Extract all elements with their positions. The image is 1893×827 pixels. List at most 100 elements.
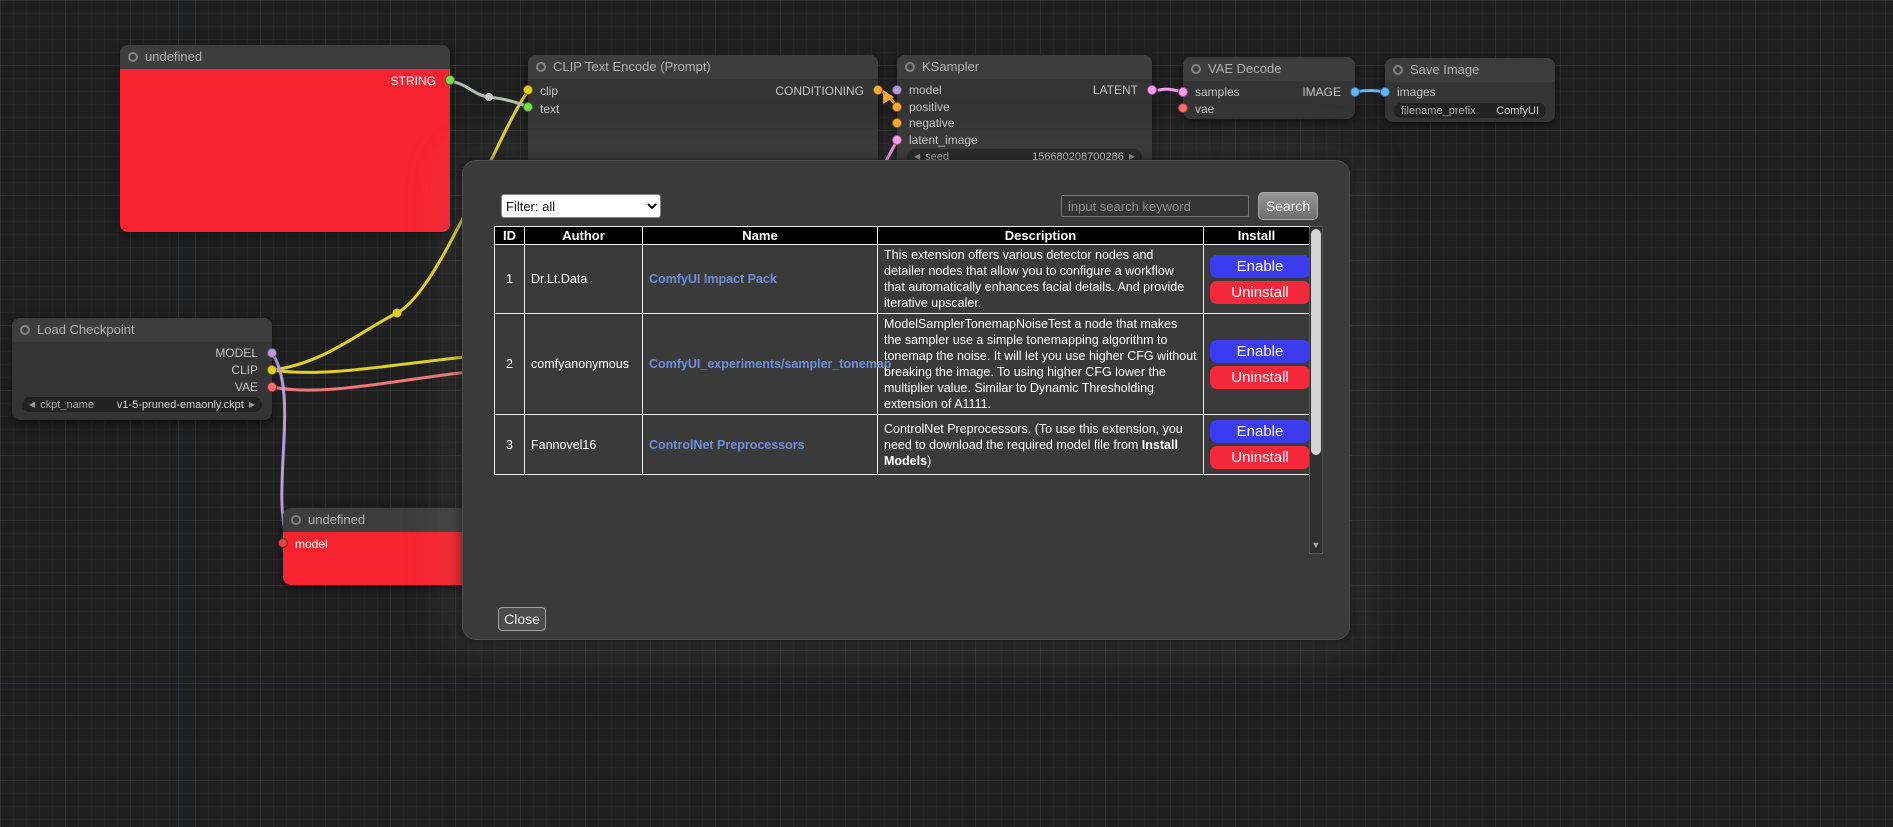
collapse-dot-icon[interactable] bbox=[905, 62, 915, 72]
cell-description: ControlNet Preprocessors. (To use this e… bbox=[878, 415, 1204, 475]
collapse-dot-icon[interactable] bbox=[536, 62, 546, 72]
cell-install: Enable Uninstall bbox=[1204, 245, 1310, 314]
extension-row: 1 Dr.Lt.Data ComfyUI Impact Pack This ex… bbox=[495, 245, 1310, 314]
output-latent-port[interactable] bbox=[1147, 85, 1157, 95]
search-button[interactable]: Search bbox=[1258, 192, 1318, 220]
input-latent-image-port[interactable] bbox=[892, 135, 902, 145]
collapse-dot-icon[interactable] bbox=[1191, 64, 1201, 74]
input-images-label: images bbox=[1397, 84, 1436, 100]
uninstall-button[interactable]: Uninstall bbox=[1210, 281, 1310, 304]
node-title: Save Image bbox=[1410, 62, 1479, 77]
node-title-bar[interactable]: undefined bbox=[120, 45, 450, 69]
input-text-label: text bbox=[540, 101, 559, 117]
extension-row: 3 Fannovel16 ControlNet Preprocessors Co… bbox=[495, 415, 1310, 475]
node-title-bar[interactable]: Save Image bbox=[1385, 58, 1555, 82]
output-vae-label: VAE bbox=[235, 379, 258, 395]
enable-button[interactable]: Enable bbox=[1210, 340, 1310, 363]
collapse-dot-icon[interactable] bbox=[128, 52, 138, 62]
output-model-label: MODEL bbox=[215, 345, 258, 361]
input-clip-port[interactable] bbox=[523, 85, 533, 95]
node-title-bar[interactable]: CLIP Text Encode (Prompt) bbox=[528, 55, 878, 79]
node-title: undefined bbox=[145, 49, 202, 64]
input-model-label: model bbox=[295, 536, 328, 552]
node-load-checkpoint[interactable]: Load Checkpoint MODEL CLIP VAE ◀ ckpt_na… bbox=[12, 318, 272, 420]
uninstall-button[interactable]: Uninstall bbox=[1210, 366, 1310, 389]
ckpt-name-value: v1-5-pruned-emaonly.ckpt bbox=[117, 399, 244, 411]
node-title-bar[interactable]: KSampler bbox=[897, 55, 1152, 79]
input-negative-label: negative bbox=[909, 115, 954, 131]
header-name: Name bbox=[643, 227, 878, 245]
cell-install: Enable Uninstall bbox=[1204, 415, 1310, 475]
next-arrow-icon[interactable]: ▶ bbox=[249, 397, 255, 412]
input-model-port[interactable] bbox=[278, 538, 288, 548]
cell-description: This extension offers various detector n… bbox=[878, 245, 1204, 314]
output-latent-label: LATENT bbox=[1093, 82, 1138, 98]
extension-link[interactable]: ComfyUI Impact Pack bbox=[649, 272, 777, 286]
cell-description: ModelSamplerTonemapNoiseTest a node that… bbox=[878, 314, 1204, 415]
output-conditioning-port[interactable] bbox=[873, 85, 883, 95]
ckpt-name-widget[interactable]: ◀ ckpt_name v1-5-pruned-emaonly.ckpt ▶ bbox=[22, 397, 262, 412]
extension-row: 2 comfyanonymous ComfyUI_experiments/sam… bbox=[495, 314, 1310, 415]
input-positive-port[interactable] bbox=[892, 102, 902, 112]
node-title-bar[interactable]: Load Checkpoint bbox=[12, 318, 272, 342]
node-title-bar[interactable]: VAE Decode bbox=[1183, 57, 1355, 81]
comfyui-manager-dialog: Filter: all Search ID Author Name Descri… bbox=[462, 160, 1350, 640]
previous-arrow-icon[interactable]: ◀ bbox=[29, 397, 35, 412]
node-title: CLIP Text Encode (Prompt) bbox=[553, 59, 711, 74]
input-negative-port[interactable] bbox=[892, 118, 902, 128]
node-title: VAE Decode bbox=[1208, 61, 1281, 76]
output-clip-label: CLIP bbox=[231, 362, 258, 378]
input-samples-port[interactable] bbox=[1178, 87, 1188, 97]
input-images-port[interactable] bbox=[1380, 87, 1390, 97]
output-image-port[interactable] bbox=[1350, 87, 1360, 97]
uninstall-button[interactable]: Uninstall bbox=[1210, 446, 1310, 469]
cell-id: 1 bbox=[495, 245, 525, 314]
node-ksampler[interactable]: KSampler model positive negative latent_… bbox=[897, 55, 1152, 170]
scroll-down-icon[interactable]: ▼ bbox=[1310, 539, 1322, 552]
input-samples-label: samples bbox=[1195, 84, 1240, 100]
input-text-port[interactable] bbox=[523, 102, 533, 112]
output-image-label: IMAGE bbox=[1302, 84, 1341, 100]
extension-table-body: 1 Dr.Lt.Data ComfyUI Impact Pack This ex… bbox=[495, 245, 1310, 475]
input-model-port[interactable] bbox=[892, 85, 902, 95]
extension-link[interactable]: ControlNet Preprocessors bbox=[649, 438, 805, 452]
extension-table: ID Author Name Description Install 1 Dr.… bbox=[494, 226, 1310, 475]
output-model-port[interactable] bbox=[267, 348, 277, 358]
node-undefined-top[interactable]: undefined STRING bbox=[120, 45, 450, 232]
cell-author: Dr.Lt.Data bbox=[525, 245, 643, 314]
output-clip-port[interactable] bbox=[267, 365, 277, 375]
node-title: undefined bbox=[308, 512, 365, 527]
filename-prefix-widget[interactable]: filename_prefix ComfyUI bbox=[1394, 103, 1546, 118]
node-body bbox=[120, 69, 450, 232]
node-save-image[interactable]: Save Image images filename_prefix ComfyU… bbox=[1385, 58, 1555, 122]
cell-install: Enable Uninstall bbox=[1204, 314, 1310, 415]
node-vae-decode[interactable]: VAE Decode samples vae IMAGE bbox=[1183, 57, 1355, 119]
node-title: Load Checkpoint bbox=[37, 322, 135, 337]
header-id: ID bbox=[495, 227, 525, 245]
collapse-dot-icon[interactable] bbox=[291, 515, 301, 525]
close-button[interactable]: Close bbox=[498, 607, 546, 631]
enable-button[interactable]: Enable bbox=[1210, 255, 1310, 278]
header-author: Author bbox=[525, 227, 643, 245]
collapse-dot-icon[interactable] bbox=[20, 325, 30, 335]
input-positive-label: positive bbox=[909, 99, 950, 115]
filter-select[interactable]: Filter: all bbox=[501, 194, 661, 218]
filename-prefix-value: ComfyUI bbox=[1496, 105, 1539, 117]
extension-list: ID Author Name Description Install 1 Dr.… bbox=[494, 226, 1323, 554]
input-vae-port[interactable] bbox=[1178, 103, 1188, 113]
node-title: KSampler bbox=[922, 59, 979, 74]
enable-button[interactable]: Enable bbox=[1210, 420, 1310, 443]
collapse-dot-icon[interactable] bbox=[1393, 65, 1403, 75]
output-string-port[interactable] bbox=[445, 75, 455, 85]
cell-id: 3 bbox=[495, 415, 525, 475]
output-vae-port[interactable] bbox=[267, 382, 277, 392]
output-conditioning-label: CONDITIONING bbox=[775, 83, 864, 99]
input-clip-label: clip bbox=[540, 83, 558, 99]
search-input[interactable] bbox=[1061, 195, 1249, 217]
ckpt-name-label: ckpt_name bbox=[40, 399, 94, 411]
filename-prefix-label: filename_prefix bbox=[1401, 105, 1476, 117]
scrollbar-thumb[interactable] bbox=[1311, 229, 1321, 455]
extension-link[interactable]: ComfyUI_experiments/sampler_tonemap bbox=[649, 357, 891, 371]
scrollbar[interactable]: ▼ bbox=[1309, 226, 1323, 554]
canvas-origin-horizontal-line bbox=[0, 683, 1893, 684]
